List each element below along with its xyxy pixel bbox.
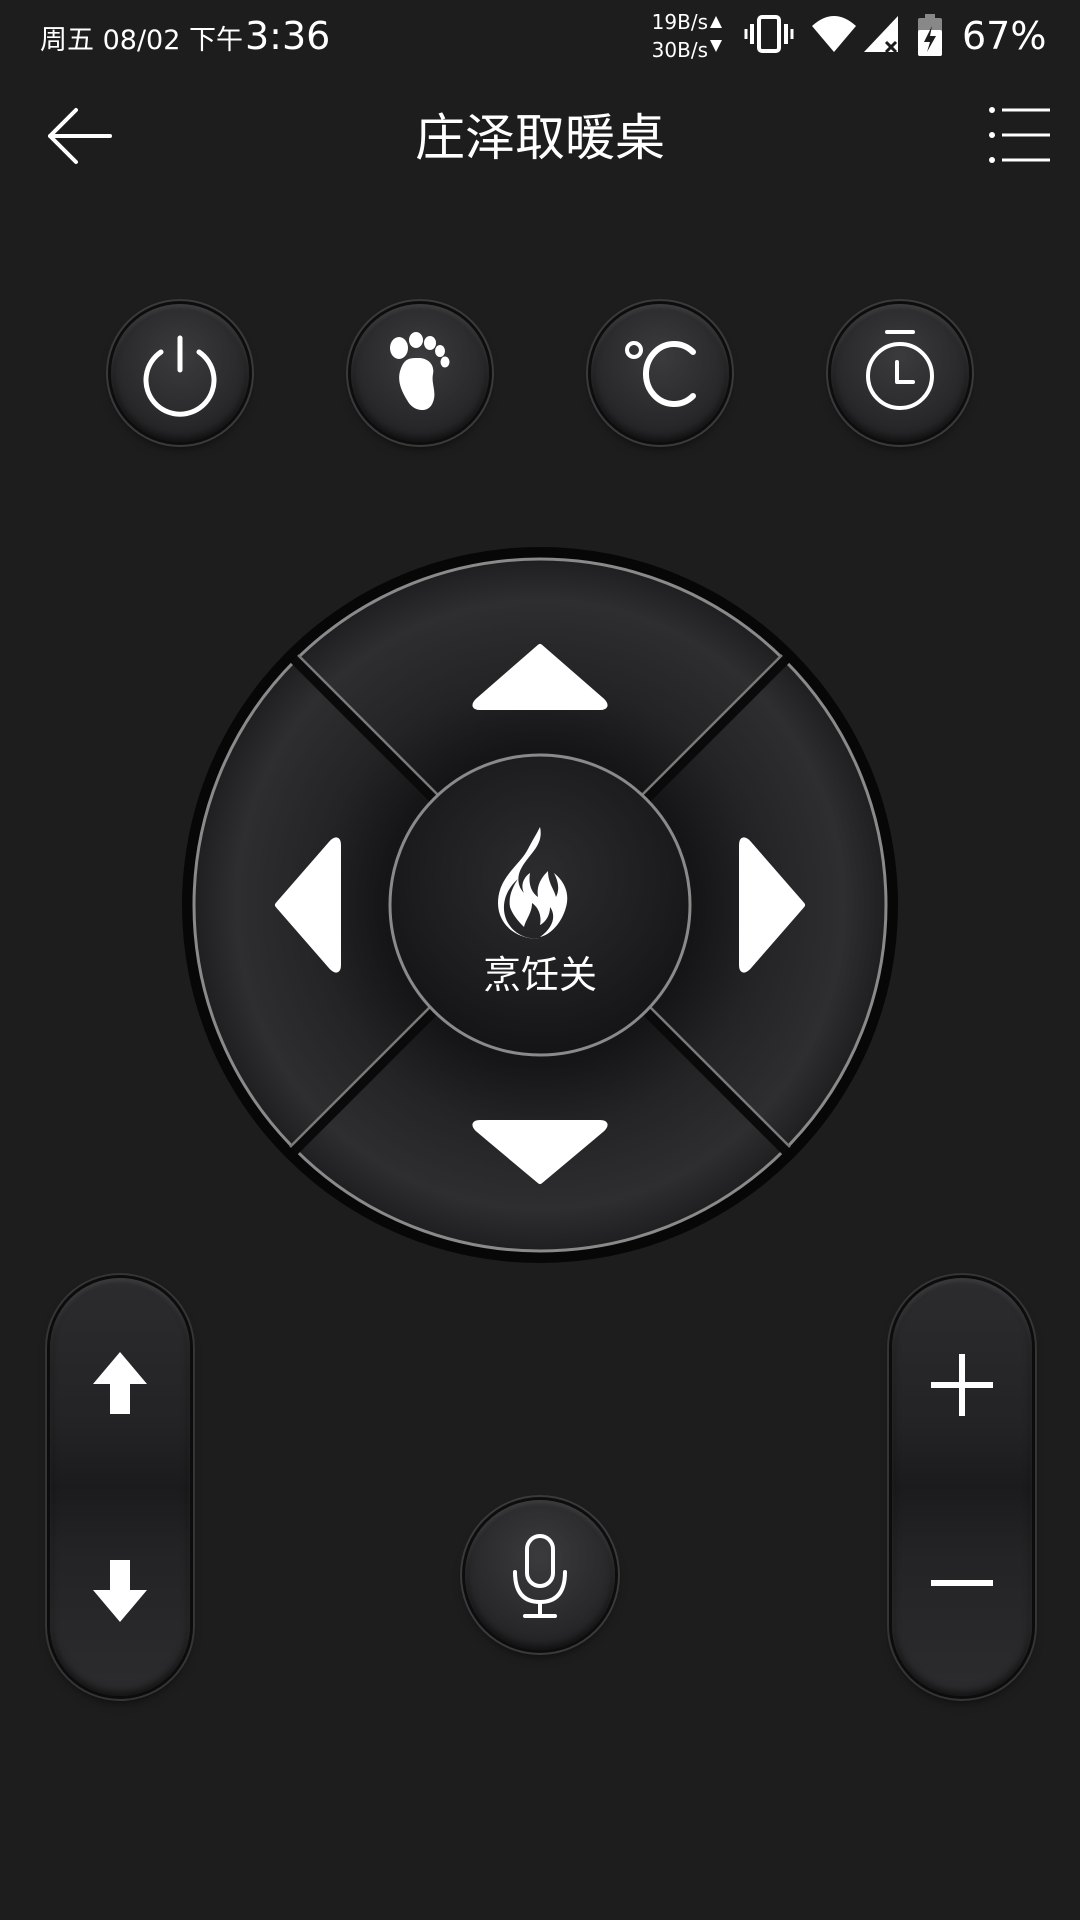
status-time: 3:36 — [245, 14, 331, 58]
menu-button[interactable] — [984, 100, 1054, 170]
arrow-left-icon — [48, 108, 112, 164]
footprint-icon — [390, 332, 450, 411]
flame-icon — [498, 827, 568, 939]
cooking-off-button[interactable]: 烹饪关 — [390, 755, 690, 1055]
app-bar: 庄泽取暖桌 — [0, 72, 1080, 192]
battery-percentage: 67% — [962, 14, 1047, 58]
list-menu-icon — [989, 107, 1050, 163]
triangle-down-icon — [472, 1120, 608, 1184]
power-button[interactable] — [111, 304, 249, 442]
vibrate-icon — [744, 15, 794, 53]
status-datetime: 周五 08/02 下午3:36 — [40, 12, 330, 65]
page-title: 庄泽取暖桌 — [415, 109, 665, 167]
dpad-down-button[interactable] — [350, 1065, 730, 1245]
timer-icon — [866, 330, 934, 410]
direction-pad: 烹饪关 — [180, 545, 900, 1265]
foot-warmer-button[interactable] — [351, 304, 489, 442]
status-bar: 周五 08/02 下午3:36 19B/s 30B/s 67% — [0, 0, 1080, 72]
dpad-up-button[interactable] — [350, 565, 730, 745]
celsius-icon — [625, 341, 696, 407]
voice-button[interactable] — [465, 1500, 615, 1650]
timer-button[interactable] — [831, 304, 969, 442]
triangle-up-icon — [472, 644, 608, 710]
power-icon — [143, 335, 217, 417]
dpad-left-button[interactable] — [200, 715, 380, 1095]
back-button[interactable] — [38, 94, 122, 178]
level-down-button[interactable] — [50, 1496, 190, 1696]
triangle-left-icon — [275, 837, 341, 973]
dpad-right-button[interactable] — [700, 715, 880, 1095]
download-speed: 30B/s — [651, 38, 708, 62]
wifi-icon — [812, 16, 856, 52]
cooking-off-label: 烹饪关 — [482, 953, 597, 997]
upload-speed: 19B/s — [651, 10, 708, 34]
microphone-icon — [513, 1534, 567, 1618]
arrow-up-icon — [93, 1352, 147, 1414]
plus-icon — [931, 1354, 993, 1416]
network-activity-icon — [710, 16, 722, 52]
battery-charging-icon — [918, 14, 942, 56]
adjust-pill — [892, 1278, 1032, 1696]
cell-signal-icon — [864, 16, 898, 54]
triangle-right-icon — [739, 837, 805, 973]
status-date: 周五 08/02 — [40, 25, 181, 56]
status-period: 下午 — [189, 25, 243, 56]
network-speed: 19B/s 30B/s — [636, 8, 708, 64]
decrease-button[interactable] — [892, 1496, 1032, 1696]
level-pill — [50, 1278, 190, 1696]
minus-icon — [931, 1580, 993, 1586]
temperature-button[interactable] — [591, 304, 729, 442]
increase-button[interactable] — [892, 1278, 1032, 1478]
level-up-button[interactable] — [50, 1278, 190, 1478]
arrow-down-icon — [93, 1560, 147, 1622]
